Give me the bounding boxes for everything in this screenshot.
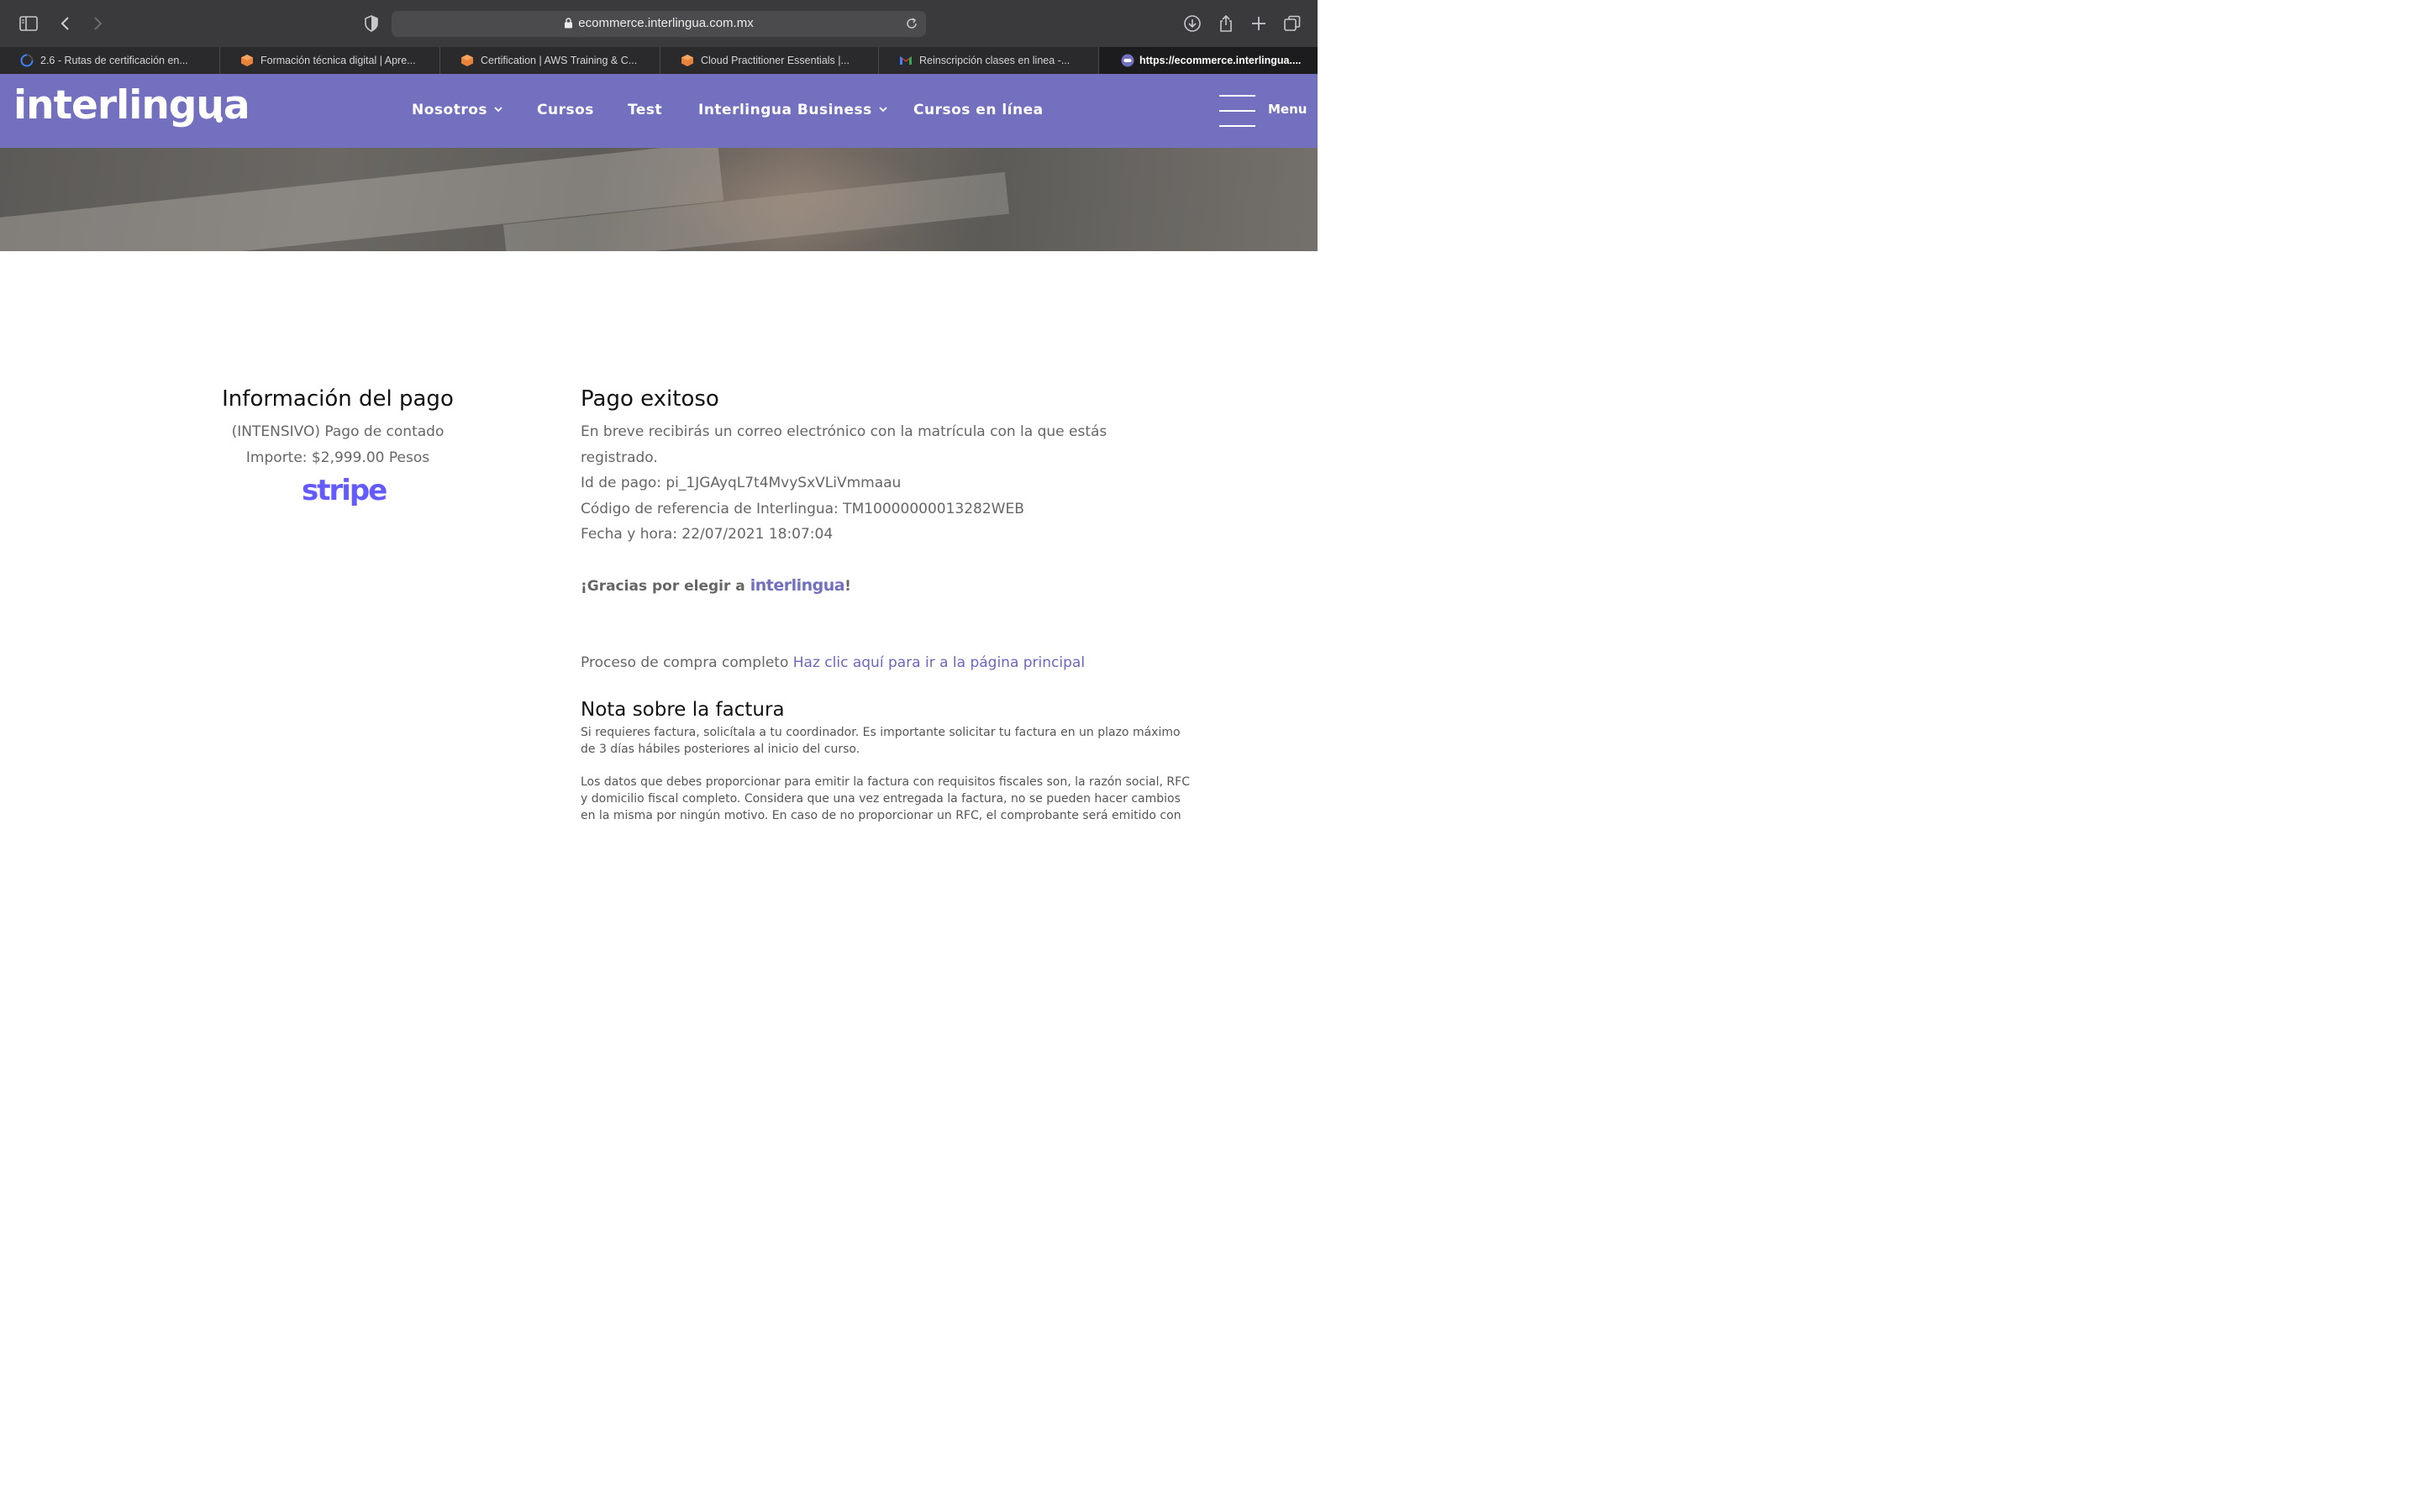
tab-strip: 2.6 - Rutas de certificación en... Forma… <box>0 47 1318 74</box>
reload-icon[interactable] <box>904 16 919 31</box>
payment-info-title: Información del pago <box>222 386 454 412</box>
aws-cube-icon <box>681 55 693 66</box>
hero-image <box>0 148 1318 251</box>
address-bar[interactable]: ecommerce.interlingua.com.mx <box>392 11 926 37</box>
nav-item-cursos-en-linea[interactable]: Cursos en línea <box>913 102 1044 118</box>
reference-code: Código de referencia de Interlingua: TM1… <box>581 501 1024 517</box>
lock-icon <box>565 18 573 29</box>
nav-item-interlingua-business[interactable]: Interlingua Business <box>698 102 887 118</box>
thanks-suffix: ! <box>844 578 851 595</box>
nav-item-label: Test <box>628 102 663 118</box>
nav-item-label: Cursos <box>537 102 594 118</box>
chevron-down-icon <box>879 107 887 113</box>
privacy-shield-icon[interactable] <box>361 13 381 34</box>
share-icon[interactable] <box>1216 13 1236 34</box>
invoice-note-para1: Si requieres factura, solicítala a tu co… <box>581 726 1181 756</box>
tab-overview-icon[interactable] <box>1282 13 1302 34</box>
tab-item[interactable]: Formación técnica digital | Apre... <box>220 47 440 74</box>
back-icon[interactable] <box>55 13 76 34</box>
tab-item[interactable]: 2.6 - Rutas de certificación en... <box>0 47 220 74</box>
success-message-line1: En breve recibirás un correo electrónico… <box>581 423 1107 440</box>
tab-item-active[interactable]: https://ecommerce.interlingua.... <box>1099 47 1318 74</box>
menu-button[interactable]: Menu <box>1268 102 1307 117</box>
tab-item[interactable]: Reinscripción clases en linea -... <box>879 47 1099 74</box>
new-tab-icon[interactable] <box>1249 13 1269 34</box>
sidebar-toggle-icon[interactable] <box>18 13 39 34</box>
nav-item-label: Nosotros <box>412 102 488 118</box>
tab-item[interactable]: Certification | AWS Training & C... <box>440 47 660 74</box>
tab-label: Reinscripción clases en linea -... <box>919 55 1071 66</box>
tab-label: Cloud Practitioner Essentials |... <box>701 55 850 66</box>
browser-toolbar: ecommerce.interlingua.com.mx <box>0 0 1318 47</box>
loading-spinner-icon <box>20 54 34 67</box>
thanks-prefix: ¡Gracias por elegir a <box>581 578 750 595</box>
tab-label: Certification | AWS Training & C... <box>481 55 638 66</box>
product-name: (INTENSIVO) Pago de contado <box>231 423 445 440</box>
url-text: ecommerce.interlingua.com.mx <box>578 16 754 30</box>
nav-item-nosotros[interactable]: Nosotros <box>412 102 502 118</box>
interlingua-logo[interactable]: interlingua <box>13 82 250 129</box>
gmail-icon <box>900 56 912 65</box>
tab-item[interactable]: Cloud Practitioner Essentials |... <box>660 47 879 74</box>
tab-label: Formación técnica digital | Apre... <box>260 55 416 66</box>
forward-icon[interactable] <box>87 13 108 34</box>
registered-mark-icon <box>216 116 223 123</box>
interlingua-inline-logo: interlingua <box>750 576 845 595</box>
amount-text: Importe: $2,999.00 Pesos <box>245 449 430 466</box>
payment-id: Id de pago: pi_1JGAyqL7t4MvySxVLiVmmaau <box>581 475 902 491</box>
home-page-link[interactable]: Haz clic aquí para ir a la página princi… <box>793 654 1085 671</box>
purchase-complete-text: Proceso de compra completo Haz clic aquí… <box>581 654 1085 671</box>
downloads-icon[interactable] <box>1182 13 1202 34</box>
site-favicon-icon <box>1121 54 1134 67</box>
success-message-line2: registrado. <box>581 449 658 466</box>
aws-cube-icon <box>241 55 253 66</box>
tab-label: 2.6 - Rutas de certificación en... <box>40 55 188 66</box>
aws-cube-icon <box>461 55 473 66</box>
nav-item-test[interactable]: Test <box>628 102 662 118</box>
thanks-message: ¡Gracias por elegir a interlingua! <box>581 576 851 595</box>
payment-datetime: Fecha y hora: 22/07/2021 18:07:04 <box>581 526 834 543</box>
hamburger-menu-icon[interactable] <box>1219 95 1255 127</box>
invoice-note-title: Nota sobre la factura <box>581 699 785 721</box>
stripe-logo: stripe <box>302 474 387 507</box>
nav-item-label: Cursos en línea <box>913 102 1044 118</box>
nav-item-label: Interlingua Business <box>698 102 872 118</box>
invoice-note-para2: Los datos que debes proporcionar para em… <box>581 775 1190 822</box>
complete-label: Proceso de compra completo <box>581 654 793 671</box>
nav-item-cursos[interactable]: Cursos <box>537 102 594 118</box>
tab-label: https://ecommerce.interlingua.... <box>1139 55 1302 66</box>
chevron-down-icon <box>494 107 502 113</box>
success-title: Pago exitoso <box>581 386 719 412</box>
